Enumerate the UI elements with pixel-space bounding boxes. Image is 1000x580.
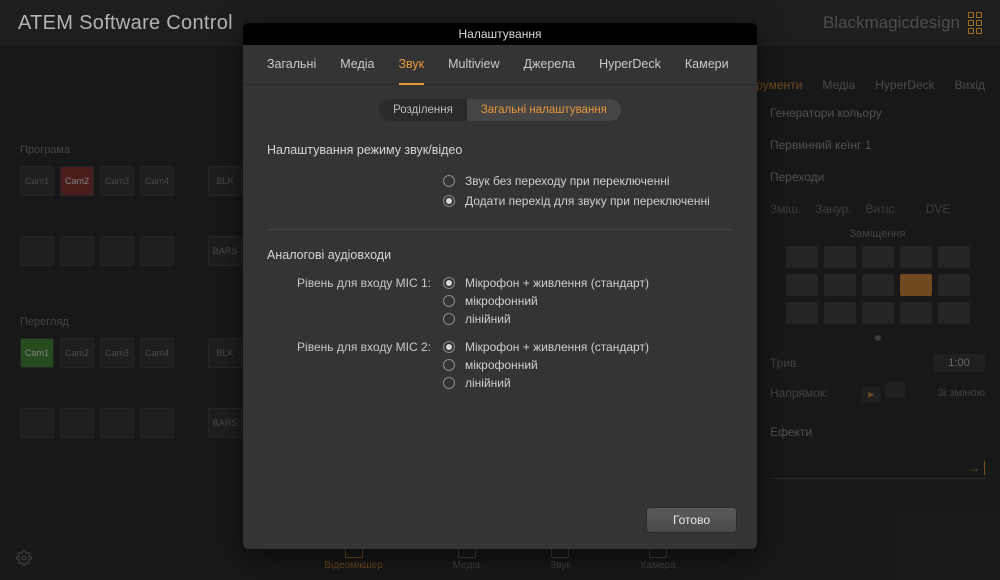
direction-label: Напрямок: [770,386,828,400]
bottom-nav-item[interactable]: Відеомікшер [324,546,382,571]
audio-subtab-segment: Розділення Загальні налаштування [379,99,621,121]
palette-panel: Генератори кольору Первинний кеїнг 1 Пер… [770,106,985,479]
modal-title: Налаштування [243,23,757,45]
preview-source[interactable]: . [100,408,134,438]
program-source[interactable]: BARS [208,236,242,266]
preview-source[interactable]: BARS [208,408,242,438]
gear-icon[interactable] [16,550,32,566]
app-title: ATEM Software Control [18,12,233,35]
preview-source[interactable]: BLK [208,338,242,368]
preview-source[interactable]: . [60,408,94,438]
preview-source[interactable]: . [140,408,174,438]
preferences-modal: Налаштування Загальні Медіа Звук Multivi… [243,23,757,549]
palette-heading: Ефекти [770,425,985,439]
mic2-option[interactable]: Мікрофон + живлення (стандарт) [443,340,733,354]
mic1-option[interactable]: Мікрофон + живлення (стандарт) [443,276,733,290]
done-button[interactable]: Готово [646,507,737,533]
subtab-general[interactable]: Загальні налаштування [467,99,621,121]
wipe-title: Заміщення [770,228,985,240]
transition-type[interactable]: DVE [926,202,951,216]
transition-type[interactable]: Зміш. [770,202,801,216]
program-source[interactable]: Cam2 [60,166,94,196]
bottom-nav-item[interactable]: Камера [641,546,676,571]
right-tab[interactable]: Вихід [955,78,985,92]
radio-icon [443,175,455,187]
right-tab[interactable]: HyperDeck [875,78,934,92]
tab-hyperdeck[interactable]: HyperDeck [599,57,661,84]
afv-option[interactable]: Додати перехід для звуку при переключенн… [267,191,733,211]
direction-button[interactable] [885,382,905,398]
direction-button[interactable]: ▸ [861,387,881,403]
radio-icon [443,313,455,325]
section-title: Аналогові аудіовходи [267,248,733,262]
program-source[interactable]: Cam3 [100,166,134,196]
tab-audio[interactable]: Звук [399,57,425,85]
program-source[interactable]: BLK [208,166,242,196]
duration-input[interactable] [933,354,985,372]
program-source[interactable]: Cam4 [140,166,174,196]
effects-field[interactable]: → [770,457,985,479]
preview-source[interactable]: . [20,408,54,438]
duration-label: Трив. [770,356,800,370]
tab-sources[interactable]: Джерела [524,57,576,84]
tab-multiview[interactable]: Multiview [448,57,499,84]
section-title: Налаштування режиму звук/відео [267,143,733,157]
program-source[interactable]: Cam1 [20,166,54,196]
program-source[interactable]: . [20,236,54,266]
mic1-option[interactable]: лінійний [443,312,733,326]
subtab-split[interactable]: Розділення [379,99,467,121]
radio-icon [443,341,455,353]
transition-type[interactable]: Витіс. [866,202,898,216]
brand-logo: Blackmagicdesign [823,12,982,34]
direction-swap-label: Зі зміною [937,387,985,399]
radio-icon [443,277,455,289]
mic1-label: Рівень для входу MIC 1: [267,276,443,326]
palette-heading: Первинний кеїнг 1 [770,138,985,152]
preview-source[interactable]: Cam4 [140,338,174,368]
preview-label: Перегляд [20,316,242,328]
preview-source[interactable]: Cam3 [100,338,134,368]
radio-icon [443,377,455,389]
right-tab[interactable]: Медіа [822,78,855,92]
wipe-pattern-grid[interactable] [770,246,985,324]
radio-icon [443,359,455,371]
bottom-nav-item[interactable]: Звук [550,546,571,571]
tab-cameras[interactable]: Камери [685,57,729,84]
right-tab-bar: Інструменти Медіа HyperDeck Вихід [735,78,985,92]
preview-source[interactable]: Cam1 [20,338,54,368]
tab-general[interactable]: Загальні [267,57,316,84]
program-source[interactable]: . [100,236,134,266]
radio-icon [443,295,455,307]
bottom-nav-item[interactable]: Медіа [453,546,480,571]
palette-heading: Переходи [770,170,985,184]
tab-media[interactable]: Медіа [340,57,374,84]
radio-icon [443,195,455,207]
mic2-label: Рівень для входу MIC 2: [267,340,443,390]
program-source[interactable]: . [140,236,174,266]
program-source[interactable]: . [60,236,94,266]
mic1-option[interactable]: мікрофонний [443,294,733,308]
modal-tab-bar: Загальні Медіа Звук Multiview Джерела Hy… [243,45,757,85]
mic2-option[interactable]: лінійний [443,376,733,390]
palette-heading: Генератори кольору [770,106,985,120]
preview-source[interactable]: Cam2 [60,338,94,368]
mic2-option[interactable]: мікрофонний [443,358,733,372]
afv-option[interactable]: Звук без переходу при переключенні [267,171,733,191]
program-label: Програма [20,144,242,156]
transition-type[interactable]: Занур. [815,202,851,216]
